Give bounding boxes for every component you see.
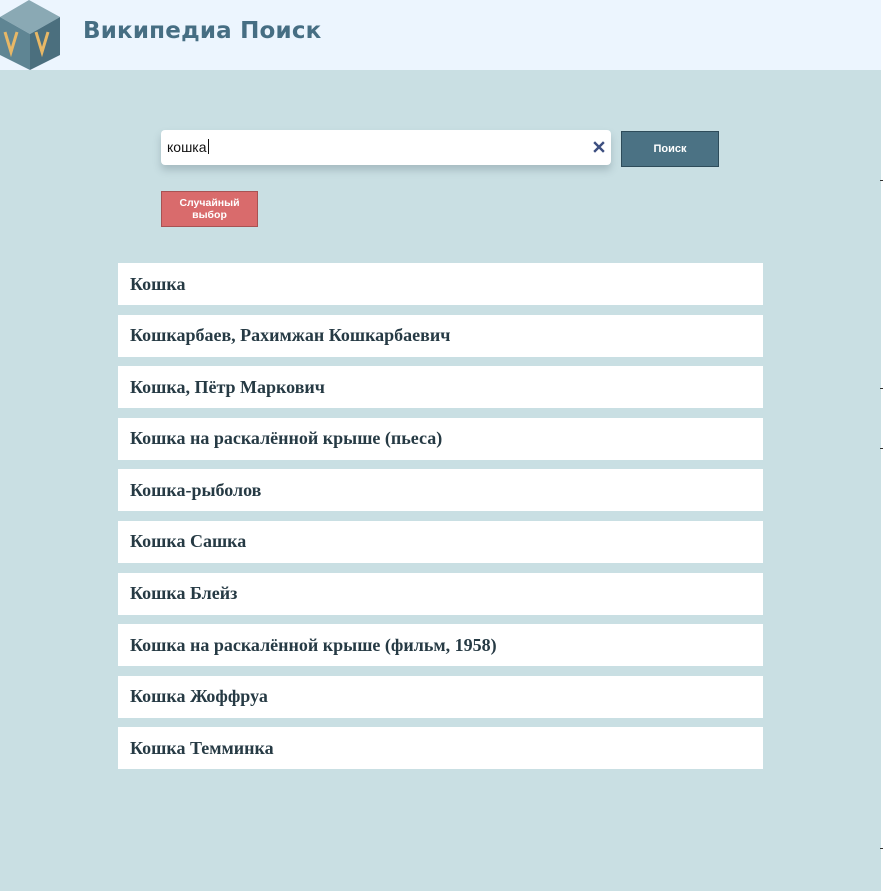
search-input-value: кошка: [167, 139, 207, 155]
result-item[interactable]: Кошка Сашка: [118, 520, 763, 563]
result-item[interactable]: Кошка: [118, 263, 763, 305]
app-title: Википедиа Поиск: [83, 18, 322, 44]
results-list: Кошка Кошкарбаев, Рахимжан Кошкарбаевич …: [118, 263, 763, 779]
text-caret: [207, 139, 209, 154]
result-item[interactable]: Кошка Темминка: [118, 727, 763, 770]
cube-vv-logo-icon[interactable]: [0, 0, 60, 70]
random-button[interactable]: Случайный выбор: [161, 191, 258, 227]
app-header: Википедиа Поиск: [0, 0, 881, 70]
result-item[interactable]: Кошка-рыболов: [118, 469, 763, 512]
result-item[interactable]: Кошка Жоффруа: [118, 675, 763, 718]
result-item[interactable]: Кошка Блейз: [118, 572, 763, 615]
search-input[interactable]: кошка: [161, 130, 581, 165]
result-item[interactable]: Кошкарбаев, Рахимжан Кошкарбаевич: [118, 314, 763, 357]
result-item[interactable]: Кошка, Пётр Маркович: [118, 366, 763, 409]
search-box: кошка: [161, 130, 611, 165]
result-item[interactable]: Кошка на раскалённой крыше (пьеса): [118, 417, 763, 460]
close-icon[interactable]: [591, 139, 607, 155]
search-button[interactable]: Поиск: [621, 131, 719, 167]
result-item[interactable]: Кошка на раскалённой крыше (фильм, 1958): [118, 624, 763, 667]
